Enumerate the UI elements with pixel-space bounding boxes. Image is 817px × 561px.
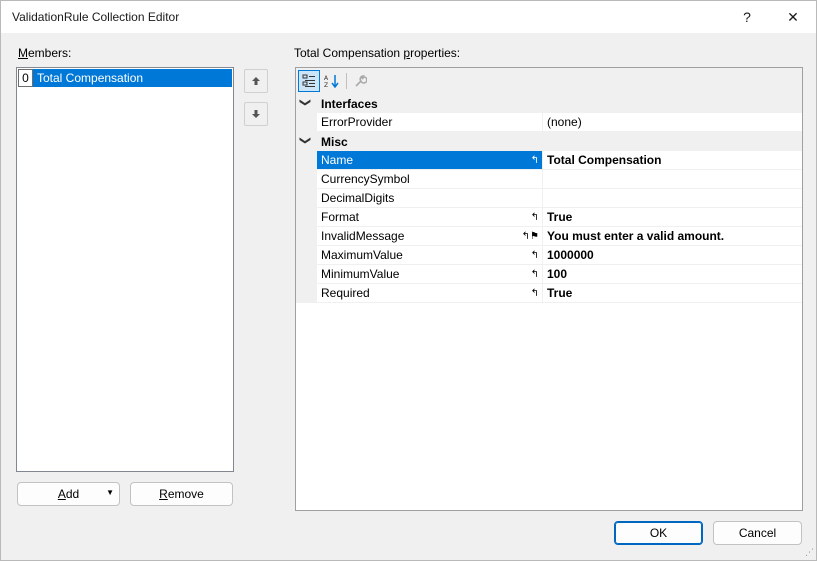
- help-icon: ?: [743, 9, 751, 25]
- property-name: MinimumValue ↰: [317, 265, 542, 284]
- list-item[interactable]: 0 Total Compensation: [18, 69, 232, 87]
- wrench-icon: [355, 75, 367, 87]
- property-grid-rows: ❯ Interfaces ErrorProvider (none) ❯ Misc…: [296, 94, 802, 510]
- property-grid-toolbar: A Z: [296, 68, 802, 94]
- categorized-button[interactable]: [298, 70, 320, 92]
- row-gutter: [296, 284, 317, 303]
- property-name: Name ↰: [317, 151, 542, 170]
- chevron-down-icon[interactable]: ❯: [299, 136, 312, 145]
- toolbar-separator: [346, 73, 347, 89]
- category-name: Interfaces: [321, 97, 378, 111]
- cancel-button-label: Cancel: [738, 526, 777, 540]
- property-row-currencysymbol[interactable]: CurrencySymbol: [296, 170, 802, 189]
- category-row-interfaces[interactable]: ❯ Interfaces: [296, 94, 802, 113]
- reset-marker-icon: ↰⚑: [521, 231, 539, 242]
- reset-marker-icon: ↰: [530, 212, 539, 223]
- property-name: CurrencySymbol: [317, 170, 542, 189]
- row-gutter: [296, 189, 317, 208]
- property-value[interactable]: True: [542, 284, 802, 303]
- title-bar[interactable]: ValidationRule Collection Editor ? ✕: [1, 1, 816, 33]
- property-name: ErrorProvider: [317, 113, 542, 132]
- dialog-client-area: Members: 0 Total Compensation Total Comp…: [1, 33, 816, 560]
- category-name: Misc: [321, 135, 348, 149]
- row-gutter: [296, 151, 317, 170]
- property-row-invalidmessage[interactable]: InvalidMessage ↰⚑ You must enter a valid …: [296, 227, 802, 246]
- member-name: Total Compensation: [33, 69, 232, 87]
- chevron-down-icon[interactable]: ❯: [299, 98, 312, 107]
- svg-text:A: A: [324, 75, 329, 82]
- sort-alphabetical-icon: A Z: [324, 75, 339, 88]
- row-gutter: [296, 113, 317, 132]
- property-value[interactable]: Total Compensation: [542, 151, 802, 170]
- ok-button[interactable]: OK: [614, 521, 703, 545]
- row-gutter: [296, 227, 317, 246]
- row-gutter: [296, 265, 317, 284]
- row-gutter: [296, 246, 317, 265]
- property-row-required[interactable]: Required ↰ True: [296, 284, 802, 303]
- close-icon: ✕: [787, 8, 799, 25]
- property-row-minimumvalue[interactable]: MinimumValue ↰ 100: [296, 265, 802, 284]
- properties-label: Total Compensation properties:: [294, 46, 461, 60]
- window-title: ValidationRule Collection Editor: [12, 10, 180, 24]
- property-name: MaximumValue ↰: [317, 246, 542, 265]
- row-gutter: [296, 170, 317, 189]
- property-value[interactable]: (none): [542, 113, 802, 132]
- property-value[interactable]: [542, 170, 802, 189]
- arrow-down-icon: [252, 110, 260, 118]
- move-down-button[interactable]: [244, 102, 268, 126]
- help-button[interactable]: ?: [724, 1, 770, 33]
- move-up-button[interactable]: [244, 69, 268, 93]
- property-row-name[interactable]: Name ↰ Total Compensation: [296, 151, 802, 170]
- members-listbox[interactable]: 0 Total Compensation: [16, 67, 234, 472]
- reset-marker-icon: ↰: [530, 155, 539, 166]
- arrow-up-icon: [252, 77, 260, 85]
- reset-marker-icon: ↰: [530, 250, 539, 261]
- remove-button-label: Remove: [159, 487, 204, 501]
- property-value[interactable]: You must enter a valid amount.: [542, 227, 802, 246]
- property-name: Required ↰: [317, 284, 542, 303]
- property-value[interactable]: 1000000: [542, 246, 802, 265]
- svg-text:Z: Z: [324, 82, 328, 88]
- reset-marker-icon: ↰: [530, 288, 539, 299]
- dialog-window: ValidationRule Collection Editor ? ✕ Mem…: [0, 0, 817, 561]
- remove-button[interactable]: Remove: [130, 482, 233, 506]
- property-row-format[interactable]: Format ↰ True: [296, 208, 802, 227]
- property-pages-button[interactable]: [349, 70, 371, 92]
- close-button[interactable]: ✕: [770, 1, 816, 33]
- reset-marker-icon: ↰: [530, 269, 539, 280]
- property-value[interactable]: 100: [542, 265, 802, 284]
- property-value[interactable]: [542, 189, 802, 208]
- row-gutter: [296, 208, 317, 227]
- ok-button-label: OK: [649, 526, 668, 540]
- property-value[interactable]: True: [542, 208, 802, 227]
- property-name: Format ↰: [317, 208, 542, 227]
- add-button-label: Add: [57, 487, 80, 501]
- property-row-maximumvalue[interactable]: MaximumValue ↰ 1000000: [296, 246, 802, 265]
- alphabetical-button[interactable]: A Z: [321, 70, 343, 92]
- property-row-decimaldigits[interactable]: DecimalDigits: [296, 189, 802, 208]
- property-name: InvalidMessage ↰⚑: [317, 227, 542, 246]
- categorized-icon: [302, 74, 315, 87]
- members-label: Members:: [18, 46, 72, 60]
- resize-grip-icon[interactable]: ⋰: [805, 547, 814, 558]
- property-row-errorprovider[interactable]: ErrorProvider (none): [296, 113, 802, 132]
- property-grid[interactable]: A Z ❯ Interfaces ErrorProvider (none) ❯ …: [295, 67, 803, 511]
- property-name: DecimalDigits: [317, 189, 542, 208]
- add-button[interactable]: Add ▼: [17, 482, 120, 506]
- category-row-misc[interactable]: ❯ Misc: [296, 132, 802, 151]
- member-index: 0: [18, 69, 33, 87]
- cancel-button[interactable]: Cancel: [713, 521, 802, 545]
- dropdown-arrow-icon[interactable]: ▼: [106, 488, 114, 497]
